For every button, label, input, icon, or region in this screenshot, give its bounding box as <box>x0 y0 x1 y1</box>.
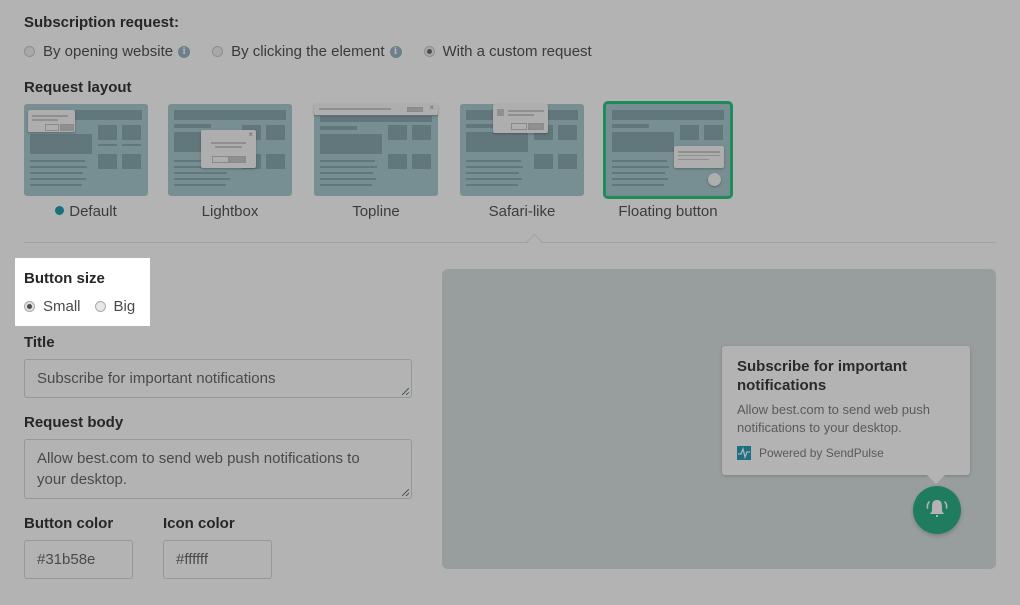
bell-icon <box>923 494 951 527</box>
button-size-options: Small Big <box>24 298 157 315</box>
layout-thumbnail-floating-button[interactable] <box>603 101 733 199</box>
layout-label-safari-like: Safari-like <box>488 203 556 220</box>
icon-color-value: #ffffff <box>176 551 208 568</box>
layout-thumbnail-lightbox[interactable]: × <box>168 104 292 196</box>
powered-by: Powered by SendPulse <box>737 446 955 460</box>
request-body-value: Allow best.com to send web push notifica… <box>37 450 360 488</box>
resize-handle-icon[interactable] <box>402 388 409 395</box>
radio-label: By opening website <box>43 43 174 60</box>
icon-color-input[interactable]: #ffffff <box>163 540 272 579</box>
selected-dot-icon <box>55 206 65 215</box>
layout-option-default[interactable]: Default <box>24 104 148 220</box>
title-label: Title <box>24 334 55 351</box>
button-color-value: #31b58e <box>37 551 96 568</box>
radio-label: Small <box>43 298 81 315</box>
section-divider <box>24 242 996 243</box>
layout-label-lightbox: Lightbox <box>201 203 259 220</box>
sendpulse-logo-icon <box>737 446 751 460</box>
radio-label: By clicking the element <box>231 43 385 60</box>
radio-circle[interactable] <box>212 46 224 57</box>
radio-by-clicking-element[interactable]: By clicking the element i <box>212 43 402 60</box>
divider-pointer <box>526 233 543 250</box>
layout-label-floating-button: Floating button <box>618 203 718 220</box>
info-icon[interactable]: i <box>178 45 191 58</box>
layout-thumbnail-topline[interactable]: × <box>314 103 438 196</box>
popup-body: Allow best.com to send web push notifica… <box>737 402 930 435</box>
subscription-request-label: Subscription request: <box>24 14 180 31</box>
title-textarea[interactable]: Subscribe for important notifications <box>24 359 412 398</box>
resize-handle-icon[interactable] <box>402 489 409 496</box>
layout-option-safari-like[interactable]: Safari-like <box>460 104 584 220</box>
button-color-label: Button color <box>24 515 114 532</box>
layout-option-topline[interactable]: × Topline <box>314 103 438 220</box>
floating-bell-button[interactable] <box>913 486 961 534</box>
layout-option-lightbox[interactable]: × Lightbox <box>168 104 292 220</box>
radio-circle[interactable] <box>94 301 106 312</box>
radio-by-opening-website[interactable]: By opening website i <box>24 43 191 60</box>
radio-circle-checked[interactable] <box>24 301 35 312</box>
radio-circle[interactable] <box>24 46 35 57</box>
icon-color-label: Icon color <box>163 515 235 532</box>
layout-thumbnail-default[interactable] <box>24 104 148 196</box>
info-icon[interactable]: i <box>389 45 402 58</box>
layout-thumbnail-safari-like[interactable] <box>460 104 584 196</box>
subscription-request-options: By opening website i By clicking the ele… <box>24 43 614 60</box>
radio-with-custom-request[interactable]: With a custom request <box>423 43 592 60</box>
title-value: Subscribe for important notifications <box>37 370 276 387</box>
request-body-label: Request body <box>24 414 124 431</box>
button-color-input[interactable]: #31b58e <box>24 540 133 579</box>
radio-size-small[interactable]: Small <box>24 298 81 315</box>
radio-size-big[interactable]: Big <box>94 298 136 315</box>
radio-circle-checked[interactable] <box>423 46 435 57</box>
layout-label-topline: Topline <box>352 203 400 220</box>
request-body-textarea[interactable]: Allow best.com to send web push notifica… <box>24 439 412 499</box>
radio-label: Big <box>113 298 136 315</box>
popup-title: Subscribe for important notifications <box>737 358 908 394</box>
button-size-label: Button size <box>24 270 105 287</box>
layout-label-default: Default <box>24 203 148 220</box>
request-layout-label: Request layout <box>24 79 132 96</box>
radio-label: With a custom request <box>442 43 592 60</box>
powered-by-text: Powered by SendPulse <box>759 446 884 460</box>
layout-option-floating-button[interactable]: Floating button <box>603 101 733 220</box>
preview-popup: Subscribe for important notifications Al… <box>722 346 970 484</box>
button-size-highlight <box>15 258 150 326</box>
